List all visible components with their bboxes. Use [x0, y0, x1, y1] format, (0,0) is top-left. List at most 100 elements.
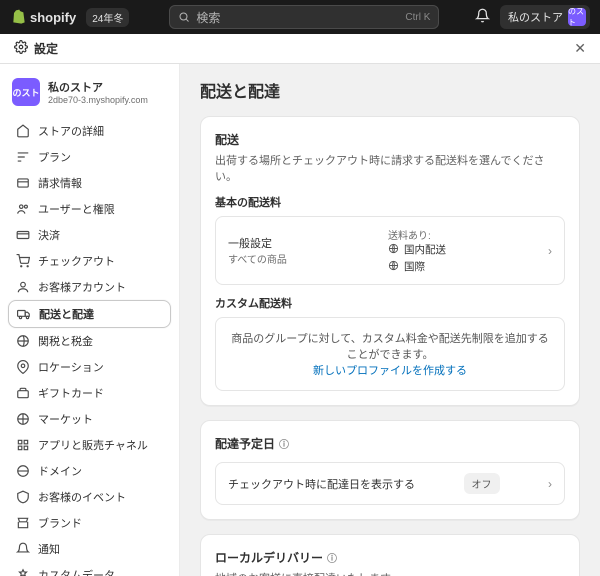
- globe-icon: [388, 243, 399, 257]
- nav-icon: [17, 307, 31, 321]
- nav-label: ユーザーと権限: [38, 201, 115, 217]
- search-wrapper: 検索 Ctrl K: [169, 5, 439, 29]
- eta-status: オフ: [464, 473, 500, 494]
- local-desc: 地域のお客様に直接配達いたします。: [215, 570, 565, 576]
- nav-label: プラン: [38, 149, 71, 165]
- nav-label: 決済: [38, 227, 60, 243]
- topbar-right: 私のストア のスト: [475, 5, 590, 29]
- settings-sidebar: のスト 私のストア 2dbe70-3.myshopify.com ストアの詳細プ…: [0, 64, 180, 576]
- general-sub: すべての商品: [228, 251, 378, 266]
- nav-item-11[interactable]: マーケット: [8, 406, 171, 432]
- nav-label: マーケット: [38, 411, 93, 427]
- settings-nav: ストアの詳細プラン請求情報ユーザーと権限決済チェックアウトお客様アカウント配送と…: [8, 118, 171, 576]
- nav-icon: [16, 176, 30, 190]
- nav-label: ブランド: [38, 515, 82, 531]
- store-menu[interactable]: 私のストア のスト: [500, 5, 590, 29]
- nav-item-5[interactable]: チェックアウト: [8, 248, 171, 274]
- nav-icon: [16, 438, 30, 452]
- nav-item-13[interactable]: ドメイン: [8, 458, 171, 484]
- info-icon[interactable]: ⓘ: [279, 436, 289, 451]
- general-rates-row[interactable]: 一般設定 すべての商品 送料あり: 国内配送 国際 ›: [215, 216, 565, 285]
- general-title: 一般設定: [228, 235, 378, 251]
- nav-item-15[interactable]: ブランド: [8, 510, 171, 536]
- nav-icon: [16, 334, 30, 348]
- nav-item-14[interactable]: お客様のイベント: [8, 484, 171, 510]
- nav-label: 関税と税金: [38, 333, 93, 349]
- nav-item-3[interactable]: ユーザーと権限: [8, 196, 171, 222]
- nav-label: 通知: [38, 541, 60, 557]
- store-logo: のスト: [12, 78, 40, 106]
- search-shortcut: Ctrl K: [405, 12, 430, 23]
- nav-item-9[interactable]: ロケーション: [8, 354, 171, 380]
- brand-text: shopify: [30, 10, 76, 25]
- shopify-logo[interactable]: shopify: [10, 9, 76, 25]
- local-delivery-card: ローカルデリバリー ⓘ 地域のお客様に直接配達いたします。 Shop locat…: [200, 534, 580, 576]
- rate-international: 国際: [404, 259, 425, 274]
- season-badge: 24年冬: [86, 8, 129, 27]
- nav-icon: [16, 202, 30, 216]
- nav-icon: [16, 228, 30, 242]
- store-card-url: 2dbe70-3.myshopify.com: [48, 95, 148, 105]
- custom-rates-callout: 商品のグループに対して、カスタム料金や配送先制限を追加することができます。 新し…: [215, 317, 565, 391]
- chevron-right-icon: ›: [548, 244, 552, 258]
- shipping-card: 配送 出荷する場所とチェックアウト時に請求する配送料を選んでください。 基本の配…: [200, 116, 580, 406]
- rate-domestic: 国内配送: [404, 242, 446, 257]
- settings-main: 配送と配達 配送 出荷する場所とチェックアウト時に請求する配送料を選んでください…: [180, 64, 600, 576]
- page-title: 配送と配達: [200, 78, 580, 102]
- nav-icon: [16, 490, 30, 504]
- shipping-heading: 配送: [215, 131, 565, 148]
- chevron-right-icon: ›: [548, 477, 552, 491]
- nav-item-4[interactable]: 決済: [8, 222, 171, 248]
- nav-label: カスタムデータ: [38, 567, 115, 576]
- local-heading: ローカルデリバリー: [215, 549, 323, 566]
- eta-heading: 配達予定日: [215, 435, 275, 452]
- nav-item-2[interactable]: 請求情報: [8, 170, 171, 196]
- nav-item-10[interactable]: ギフトカード: [8, 380, 171, 406]
- nav-label: アプリと販売チャネル: [38, 437, 148, 453]
- nav-item-0[interactable]: ストアの詳細: [8, 118, 171, 144]
- gear-icon: [14, 40, 28, 57]
- globe-icon: [388, 260, 399, 274]
- custom-rates-label: カスタム配送料: [215, 295, 565, 311]
- nav-icon: [16, 464, 30, 478]
- avatar: のスト: [568, 8, 586, 26]
- nav-icon: [16, 150, 30, 164]
- nav-label: ストアの詳細: [38, 123, 104, 139]
- nav-icon: [16, 280, 30, 294]
- nav-label: お客様アカウント: [38, 279, 126, 295]
- nav-label: チェックアウト: [38, 253, 115, 269]
- nav-icon: [16, 254, 30, 268]
- nav-label: 配送と配達: [39, 306, 94, 322]
- nav-item-8[interactable]: 関税と税金: [8, 328, 171, 354]
- nav-label: 請求情報: [38, 175, 82, 191]
- store-card-name: 私のストア: [48, 79, 148, 95]
- close-icon[interactable]: ✕: [574, 40, 586, 57]
- nav-icon: [16, 360, 30, 374]
- topbar: shopify 24年冬 検索 Ctrl K 私のストア のスト: [0, 0, 600, 34]
- store-card[interactable]: のスト 私のストア 2dbe70-3.myshopify.com: [8, 74, 171, 110]
- info-icon[interactable]: ⓘ: [327, 550, 337, 565]
- settings-title: 設定: [34, 40, 58, 57]
- nav-item-16[interactable]: 通知: [8, 536, 171, 562]
- store-name: 私のストア: [508, 9, 563, 25]
- nav-label: お客様のイベント: [38, 489, 126, 505]
- nav-icon: [16, 386, 30, 400]
- create-profile-link[interactable]: 新しいプロファイルを作成する: [228, 362, 552, 378]
- nav-icon: [16, 568, 30, 576]
- nav-item-1[interactable]: プラン: [8, 144, 171, 170]
- nav-item-6[interactable]: お客様アカウント: [8, 274, 171, 300]
- notifications-icon[interactable]: [475, 8, 490, 26]
- nav-item-7[interactable]: 配送と配達: [8, 300, 171, 328]
- nav-item-17[interactable]: カスタムデータ: [8, 562, 171, 576]
- nav-item-12[interactable]: アプリと販売チャネル: [8, 432, 171, 458]
- nav-label: ギフトカード: [38, 385, 104, 401]
- nav-icon: [16, 542, 30, 556]
- search-placeholder: 検索: [196, 9, 220, 26]
- base-rates-label: 基本の配送料: [215, 194, 565, 210]
- search-input[interactable]: 検索 Ctrl K: [169, 5, 439, 29]
- nav-label: ロケーション: [38, 359, 104, 375]
- eta-row[interactable]: チェックアウト時に配達日を表示する オフ ›: [215, 462, 565, 505]
- shipping-desc: 出荷する場所とチェックアウト時に請求する配送料を選んでください。: [215, 152, 565, 184]
- nav-icon: [16, 516, 30, 530]
- nav-icon: [16, 412, 30, 426]
